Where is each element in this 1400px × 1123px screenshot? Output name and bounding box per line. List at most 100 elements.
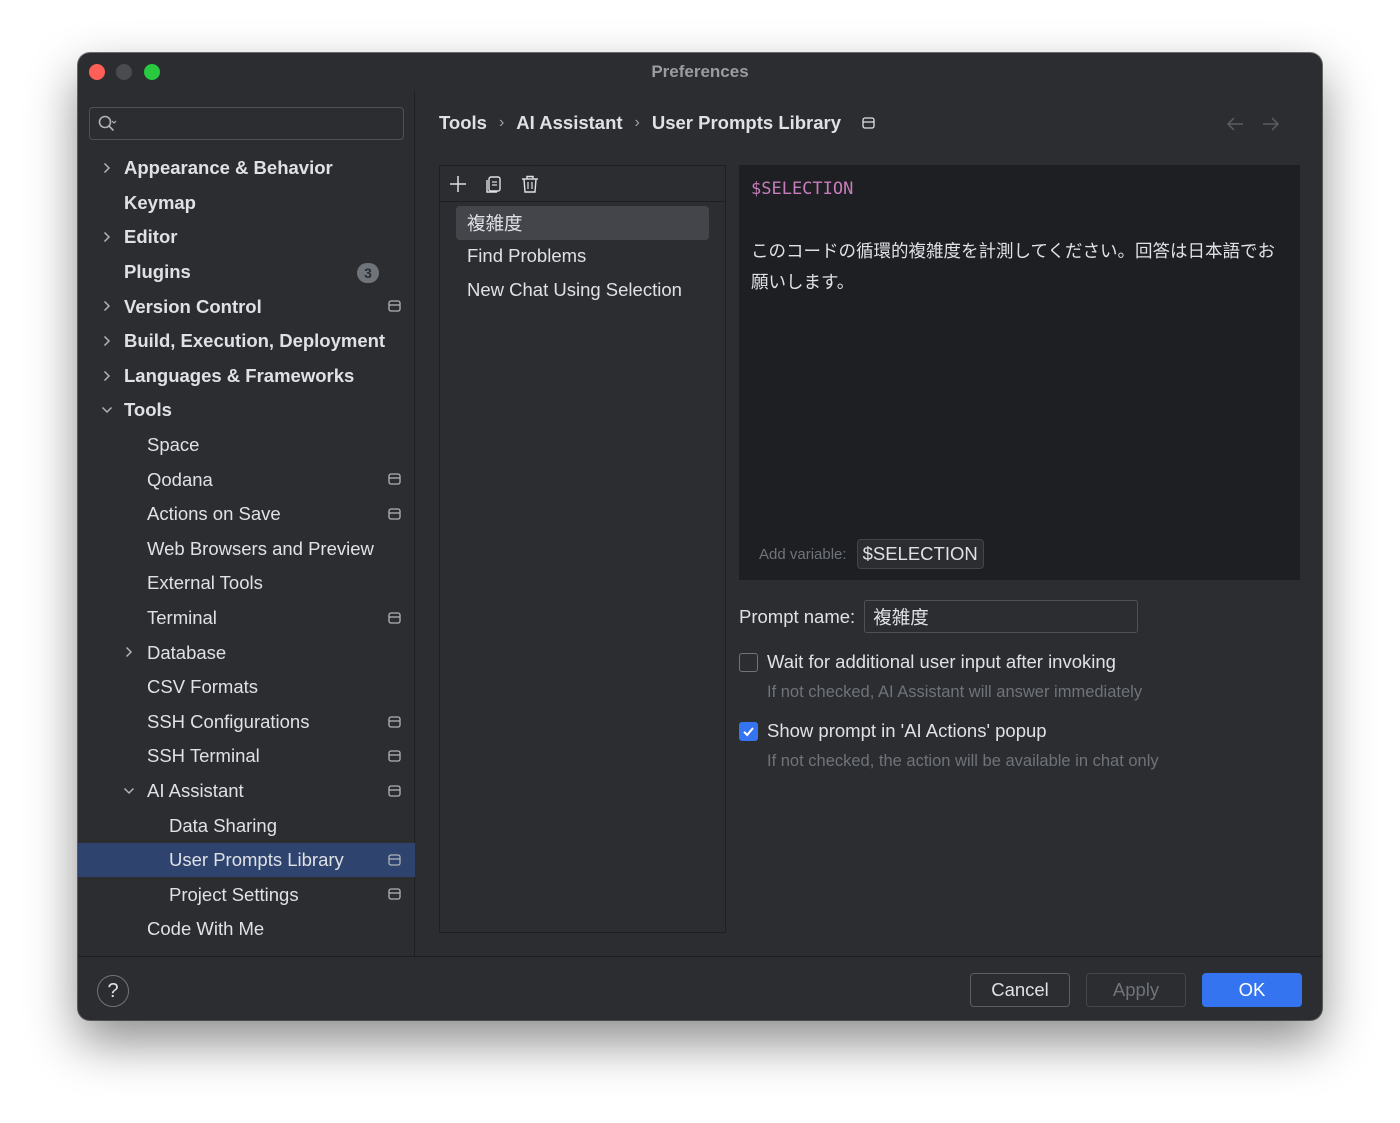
back-arrow-icon[interactable] <box>1226 117 1244 131</box>
add-variable-row: Add variable: $SELECTION <box>759 539 984 569</box>
prompts-list: 複雑度 Find Problems New Chat Using Selection <box>440 202 725 307</box>
editor-variable-line: $SELECTION <box>751 179 854 199</box>
checkmark-icon <box>743 726 754 736</box>
project-level-icon <box>388 854 401 866</box>
sidebar-item-label: SSH Terminal <box>147 745 260 767</box>
window-title: Preferences <box>651 62 749 81</box>
sidebar-item-label: Build, Execution, Deployment <box>124 330 386 352</box>
trash-icon <box>522 175 538 193</box>
sidebar-item-editor[interactable]: Editor <box>78 220 415 255</box>
sidebar-item-label: Languages & Frameworks <box>124 364 355 386</box>
selection-variable-chip[interactable]: $SELECTION <box>856 539 984 569</box>
add-prompt-button[interactable] <box>448 174 468 194</box>
sidebar-item-label: Version Control <box>124 295 262 317</box>
delete-prompt-button[interactable] <box>520 174 540 194</box>
prompt-list-item[interactable]: Find Problems <box>456 240 709 274</box>
sidebar-item-label: Appearance & Behavior <box>124 157 333 179</box>
chevron-right-icon[interactable] <box>122 645 136 659</box>
chevron-right-icon[interactable] <box>100 230 114 244</box>
sidebar-item-label: Actions on Save <box>147 503 281 525</box>
sidebar-item-version-control[interactable]: Version Control <box>78 289 415 324</box>
sidebar-item-project-settings[interactable]: Project Settings <box>78 877 415 912</box>
project-level-icon <box>388 300 401 313</box>
editor-prompt-text: このコードの循環的複雑度を計測してください。回答は日本語でお願いします。 <box>751 241 1275 292</box>
breadcrumb-item-user-prompts-library: User Prompts Library <box>651 112 842 133</box>
show-popup-checkbox[interactable] <box>739 721 758 741</box>
sidebar-item-label: Code With Me <box>147 918 265 940</box>
project-level-icon <box>388 612 401 624</box>
show-popup-label[interactable]: Show prompt in 'AI Actions' popup <box>767 720 1047 742</box>
sidebar-item-terminal[interactable]: Terminal <box>78 601 415 636</box>
prompt-name-row: Prompt name: <box>739 600 1139 633</box>
chevron-right-icon[interactable] <box>100 334 114 348</box>
sidebar-item-data-sharing[interactable]: Data Sharing <box>78 808 415 843</box>
search-icon <box>98 115 117 131</box>
sidebar-item-actions-on-save[interactable]: Actions on Save <box>78 497 415 532</box>
settings-sidebar: Appearance & Behavior Keymap Editor Plugins… <box>78 91 415 956</box>
prompt-name-label: Prompt name: <box>739 605 856 627</box>
sidebar-item-label: External Tools <box>147 572 263 594</box>
sidebar-item-label: CSV Formats <box>147 676 259 698</box>
cancel-button[interactable]: Cancel <box>970 973 1070 1007</box>
sidebar-item-label: Project Settings <box>169 883 299 905</box>
wait-input-checkbox[interactable] <box>739 652 758 672</box>
project-level-icon <box>388 888 401 901</box>
sidebar-item-label: User Prompts Library <box>169 849 344 871</box>
chevron-down-icon[interactable] <box>100 403 114 417</box>
sidebar-item-web-browsers-and-preview[interactable]: Web Browsers and Preview <box>78 532 415 567</box>
breadcrumb: Tools › AI Assistant › User Prompts Libr… <box>439 112 875 134</box>
add-variable-label: Add variable: <box>759 545 847 563</box>
prompts-list-panel: 複雑度 Find Problems New Chat Using Selection <box>439 165 726 933</box>
sidebar-item-tools[interactable]: Tools <box>78 393 415 428</box>
apply-button[interactable]: Apply <box>1086 973 1186 1007</box>
sidebar-item-ssh-terminal[interactable]: SSH Terminal <box>78 739 415 774</box>
sidebar-item-csv-formats[interactable]: CSV Formats <box>78 670 415 705</box>
prompt-list-item[interactable]: New Chat Using Selection <box>456 273 709 307</box>
breadcrumb-item-ai-assistant[interactable]: AI Assistant <box>516 112 622 134</box>
sidebar-item-label: Space <box>147 434 200 456</box>
sidebar-item-label: Terminal <box>147 607 217 629</box>
sidebar-item-user-prompts-library[interactable]: User Prompts Library <box>78 842 415 878</box>
sidebar-item-qodana[interactable]: Qodana <box>78 462 415 497</box>
sidebar-item-ai-assistant[interactable]: AI Assistant <box>78 774 415 809</box>
forward-arrow-icon[interactable] <box>1262 117 1280 131</box>
prompt-list-item[interactable]: 複雑度 <box>456 206 709 240</box>
sidebar-item-appearance-behavior[interactable]: Appearance & Behavior <box>78 151 415 186</box>
prompt-editor[interactable]: $SELECTION このコードの循環的複雑度を計測してください。回答は日本語で… <box>739 165 1300 580</box>
chevron-down-icon[interactable] <box>122 784 136 798</box>
chevron-right-icon[interactable] <box>100 299 114 313</box>
sidebar-item-database[interactable]: Database <box>78 635 415 670</box>
sidebar-item-label: Qodana <box>147 468 213 490</box>
help-button[interactable]: ? <box>97 975 129 1007</box>
sidebar-item-languages-frameworks[interactable]: Languages & Frameworks <box>78 359 415 394</box>
wait-input-hint: If not checked, AI Assistant will answer… <box>767 683 1143 701</box>
chevron-right-icon[interactable] <box>100 369 114 383</box>
copy-icon <box>486 175 501 193</box>
copy-prompt-button[interactable] <box>484 174 504 194</box>
sidebar-item-label: Web Browsers and Preview <box>147 537 374 559</box>
prompts-toolbar <box>440 166 725 202</box>
ok-button[interactable]: OK <box>1202 973 1302 1007</box>
sidebar-item-label: AI Assistant <box>147 779 244 801</box>
sidebar-item-label: SSH Configurations <box>147 710 310 732</box>
sidebar-item-label: Database <box>147 641 227 663</box>
breadcrumb-separator: › <box>498 114 505 131</box>
wait-input-label[interactable]: Wait for additional user input after inv… <box>767 651 1116 673</box>
sidebar-item-code-with-me[interactable]: Code With Me <box>78 912 415 947</box>
project-level-icon <box>388 750 401 762</box>
sidebar-item-external-tools[interactable]: External Tools <box>78 566 415 601</box>
sidebar-item-space[interactable]: Space <box>78 428 415 463</box>
breadcrumb-item-tools[interactable]: Tools <box>439 112 487 134</box>
project-level-icon <box>388 715 401 728</box>
chevron-right-icon[interactable] <box>100 161 114 175</box>
prompt-name-input[interactable] <box>864 600 1139 633</box>
sidebar-item-plugins[interactable]: Plugins 3 <box>78 255 415 290</box>
sidebar-item-keymap[interactable]: Keymap <box>78 186 415 221</box>
sidebar-item-ssh-configurations[interactable]: SSH Configurations <box>78 705 415 740</box>
navigation-arrows <box>1226 117 1280 131</box>
sidebar-item-build-execution-deployment[interactable]: Build, Execution, Deployment <box>78 324 415 359</box>
show-popup-hint: If not checked, the action will be avail… <box>767 752 1159 770</box>
settings-search-input[interactable] <box>89 107 404 140</box>
settings-content: Tools › AI Assistant › User Prompts Libr… <box>416 91 1322 956</box>
sidebar-item-label: Editor <box>124 226 178 248</box>
